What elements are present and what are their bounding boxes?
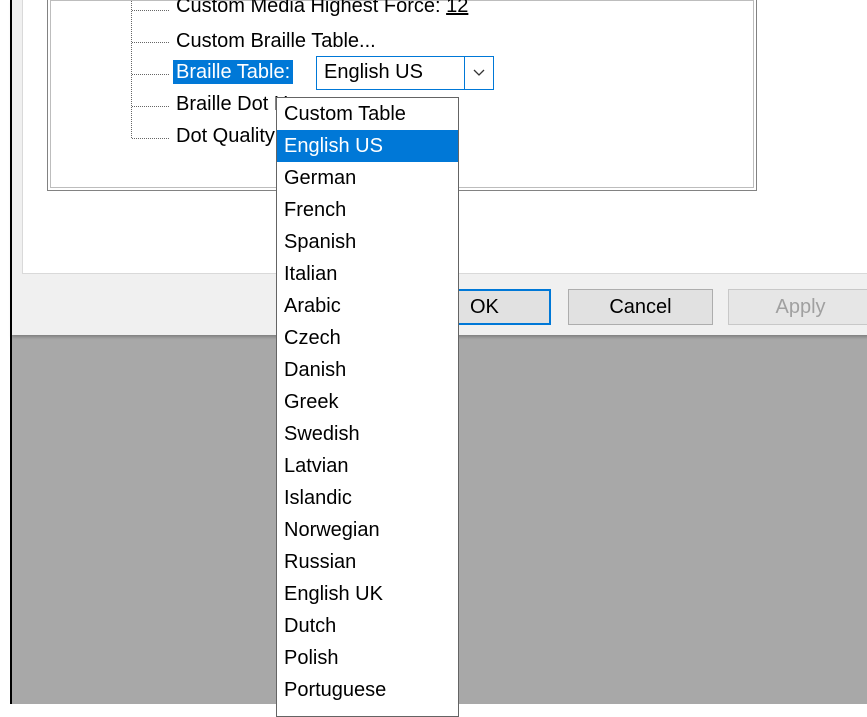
dropdown-option[interactable]: Danish [277, 354, 458, 386]
dropdown-option[interactable]: Greek [277, 386, 458, 418]
combobox-dropdown-button[interactable] [464, 57, 493, 89]
cancel-button[interactable]: Cancel [568, 289, 713, 325]
tree-item-value: 12 [446, 0, 469, 17]
tree-connector [132, 138, 169, 139]
dropdown-option[interactable]: Italian [277, 258, 458, 290]
tree-item-label: Custom Media Highest Force: [176, 0, 447, 17]
dropdown-option[interactable]: Polish [277, 642, 458, 674]
dropdown-option[interactable]: Czech [277, 322, 458, 354]
tree-item-highest-force[interactable]: Custom Media Highest Force: 12 [176, 0, 468, 18]
dropdown-option[interactable]: Islandic [277, 482, 458, 514]
dropdown-option[interactable]: Arabic [277, 290, 458, 322]
dropdown-option[interactable]: English US [277, 130, 458, 162]
dropdown-option[interactable]: Spanish [277, 226, 458, 258]
combobox-value: English US [324, 61, 423, 83]
tree-item-label: Braille Table: [176, 61, 291, 83]
braille-table-dropdown-list[interactable]: Custom Table English US German French Spanis… [276, 97, 459, 717]
dropdown-option[interactable]: Custom Table [277, 98, 458, 130]
tree-item-label: Custom Braille Table... [176, 30, 376, 52]
dropdown-option[interactable]: French [277, 194, 458, 226]
dropdown-option[interactable]: Norwegian [277, 514, 458, 546]
tree-connector [132, 74, 169, 75]
tree-connector [132, 106, 169, 107]
dropdown-option[interactable]: Latvian [277, 450, 458, 482]
chevron-down-icon [473, 69, 485, 76]
dropdown-option[interactable]: Dutch [277, 610, 458, 642]
dropdown-option[interactable]: Russian [277, 546, 458, 578]
dropdown-option[interactable]: Portuguese [277, 674, 458, 706]
apply-button[interactable]: Apply [728, 289, 867, 325]
dropdown-option[interactable]: English UK [277, 578, 458, 610]
dropdown-option[interactable]: German [277, 162, 458, 194]
tree-connector-line [131, 0, 132, 138]
tree-item-label: Dot Quality: [176, 125, 287, 147]
dropdown-option[interactable]: Swedish [277, 418, 458, 450]
tree-item-braille-table[interactable]: Braille Table: [173, 60, 294, 84]
tree-item-custom-braille-table[interactable]: Custom Braille Table... [176, 29, 376, 53]
braille-table-combobox[interactable]: English US [316, 56, 494, 90]
tree-connector [132, 10, 169, 11]
tree-connector [132, 42, 169, 43]
